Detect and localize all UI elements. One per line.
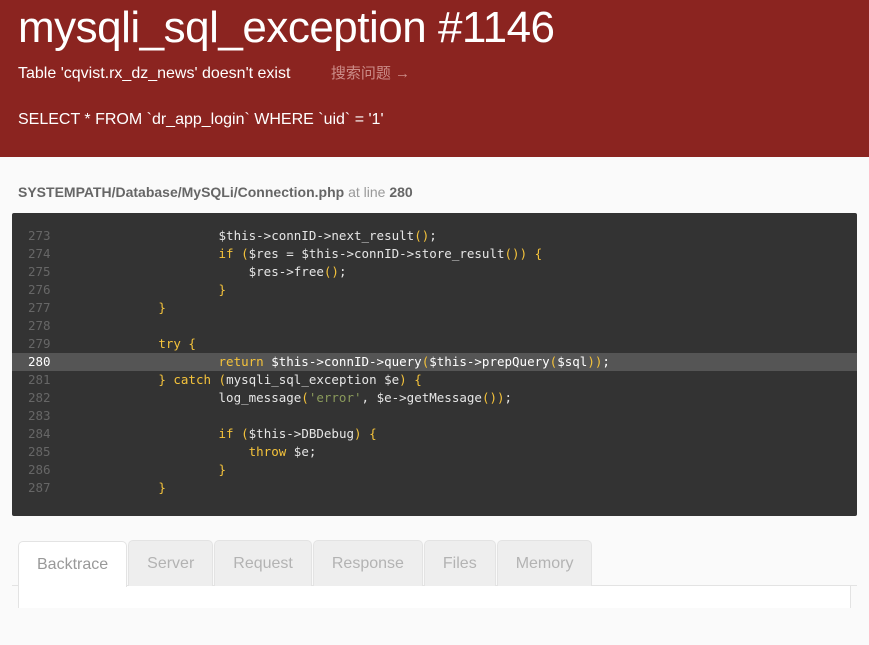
code-line-text — [68, 407, 857, 425]
code-table: 273 $this->connID->next_result(); 274 if … — [12, 227, 857, 497]
tab-label[interactable]: Request — [214, 540, 312, 586]
code-line: 286 } — [12, 461, 857, 479]
code-line: 280 return $this->connID->query($this->p… — [12, 353, 857, 371]
page-title: mysqli_sql_exception #1146 — [18, 3, 555, 52]
source-code-block: 273 $this->connID->next_result(); 274 if … — [12, 213, 857, 516]
code-line: 276 } — [12, 281, 857, 299]
code-line-number: 273 — [28, 228, 51, 243]
code-line: 275 $res->free(); — [12, 263, 857, 281]
code-line: 284 if ($this->DBDebug) { — [12, 425, 857, 443]
tab-label[interactable]: Memory — [496, 540, 593, 586]
tab-label[interactable]: Files — [423, 540, 496, 586]
code-line: 285 throw $e; — [12, 443, 857, 461]
source-file-path: SYSTEMPATH/Database/MySQLi/Connection.ph… — [12, 157, 857, 213]
code-line: 282 log_message('error', $e->getMessage(… — [12, 389, 857, 407]
code-line-text — [68, 317, 857, 335]
search-issue-link[interactable]: 搜索问题 → — [331, 65, 410, 82]
code-line-number: 285 — [28, 444, 51, 459]
code-line-text: $this->connID->next_result(); — [68, 228, 437, 243]
tab-server[interactable]: Server — [128, 540, 214, 586]
code-line-number: 279 — [28, 336, 51, 351]
code-line: 287 } — [12, 479, 857, 497]
code-line-text: } — [158, 480, 166, 495]
code-line-number: 282 — [28, 390, 51, 405]
debug-tabs: Backtrace Server Request Response Files Memor… — [0, 516, 869, 608]
tab-memory[interactable]: Memory — [496, 540, 593, 586]
code-line-number: 274 — [28, 246, 51, 261]
code-line-text: } — [218, 462, 227, 477]
code-line-text: } catch (mysqli_sql_exception $e) { — [158, 372, 422, 387]
error-message: Table 'cqvist.rx_dz_news' doesn't exist — [18, 65, 291, 82]
tab-content-panel — [18, 586, 851, 608]
tab-label[interactable]: Server — [128, 540, 214, 586]
code-line-number: 286 — [28, 462, 51, 477]
code-line-number: 280 — [28, 354, 51, 369]
code-body: 273 $this->connID->next_result(); 274 if … — [12, 227, 857, 497]
code-line-number: 277 — [28, 300, 51, 315]
code-line-number: 276 — [28, 282, 51, 297]
source-file-name: SYSTEMPATH/Database/MySQLi/Connection.ph… — [18, 184, 345, 200]
code-line-text: if ($res = $this->connID->store_result()… — [218, 246, 543, 261]
tab-backtrace[interactable]: Backtrace — [18, 540, 128, 587]
code-line-text: $res->free(); — [68, 264, 347, 279]
tab-list: Backtrace Server Request Response Files Memor… — [12, 540, 857, 587]
code-line-text: } — [218, 282, 227, 297]
tab-response[interactable]: Response — [312, 540, 423, 586]
code-line: 278 — [12, 317, 857, 335]
error-header: mysqli_sql_exception #1146 Table 'cqvist… — [0, 0, 869, 157]
tab-label[interactable]: Backtrace — [18, 541, 128, 587]
code-line-text: } — [158, 300, 166, 315]
tab-label[interactable]: Response — [312, 540, 423, 586]
code-line-text: return $this->connID->query($this->prepQ… — [218, 354, 610, 369]
code-line: 279 try { — [12, 335, 857, 353]
tab-files[interactable]: Files — [423, 540, 496, 586]
code-line-text: try { — [158, 336, 196, 351]
code-line: 283 — [12, 407, 857, 425]
code-line-text: if ($this->DBDebug) { — [218, 426, 377, 441]
code-line: 281 } catch (mysqli_sql_exception $e) { — [12, 371, 857, 389]
error-query: SELECT * FROM `dr_app_login` WHERE `uid`… — [18, 111, 384, 128]
code-line-text: throw $e; — [248, 444, 317, 459]
code-line-number: 287 — [28, 480, 51, 495]
code-line-number: 281 — [28, 372, 51, 387]
code-line-number: 278 — [28, 318, 51, 333]
code-line-number: 275 — [28, 264, 51, 279]
error-subline: Table 'cqvist.rx_dz_news' doesn't exist … — [18, 63, 851, 85]
code-line-text: log_message('error', $e->getMessage()); — [68, 390, 513, 405]
code-line: 277 } — [12, 299, 857, 317]
code-line: 273 $this->connID->next_result(); — [12, 227, 857, 245]
at-line-label: at line — [348, 184, 386, 200]
code-line-number: 283 — [28, 408, 51, 423]
source-section: SYSTEMPATH/Database/MySQLi/Connection.ph… — [0, 157, 869, 516]
source-line-number: 280 — [389, 184, 413, 200]
code-line: 274 if ($res = $this->connID->store_resu… — [12, 245, 857, 263]
tab-request[interactable]: Request — [214, 540, 312, 586]
code-line-number: 284 — [28, 426, 51, 441]
